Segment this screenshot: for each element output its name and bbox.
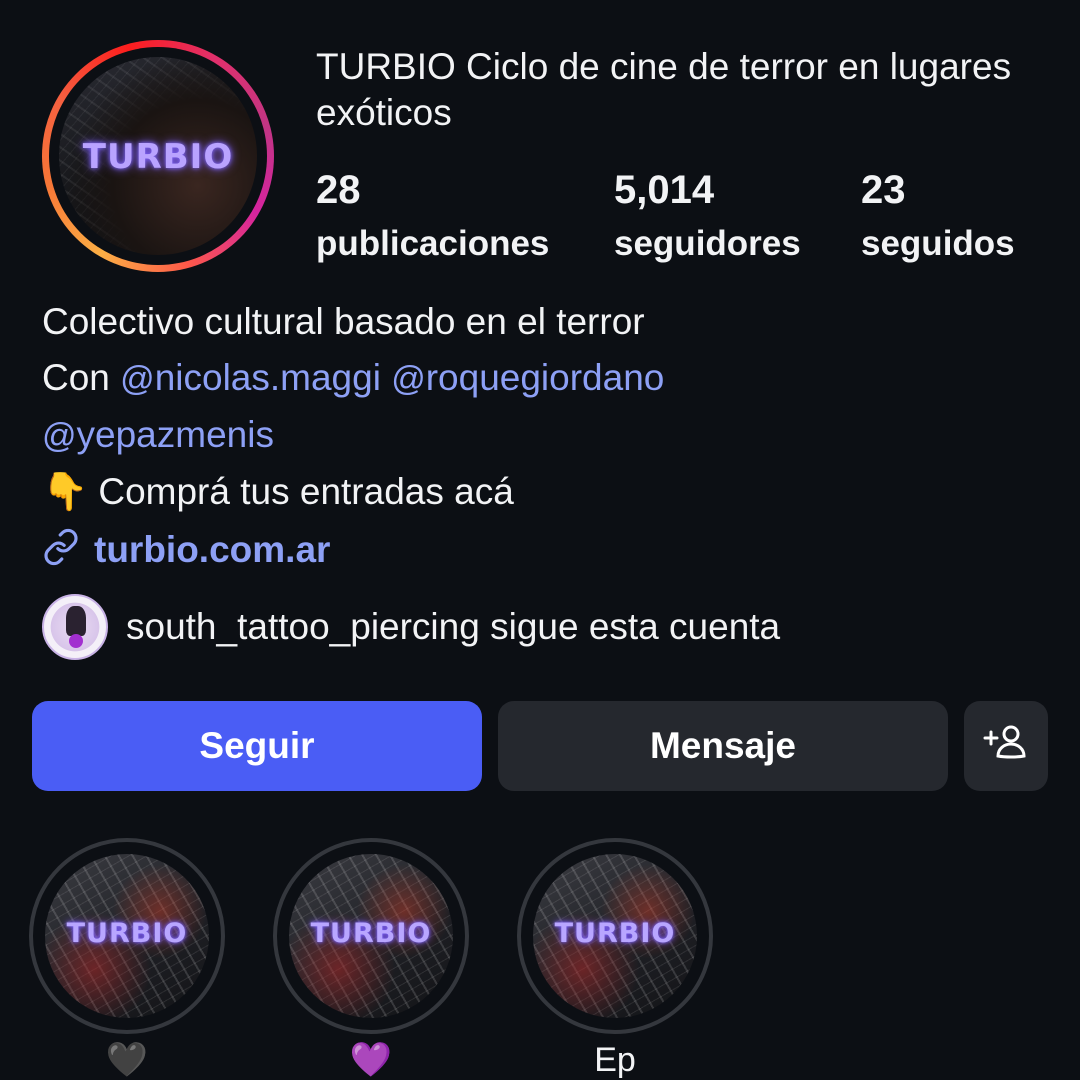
message-button[interactable]: Mensaje — [498, 701, 948, 791]
suggested-users-button[interactable] — [964, 701, 1048, 791]
highlight-item[interactable]: TURBIO 🖤 — [29, 838, 225, 1080]
follower-avatar — [42, 594, 108, 660]
bio-con-prefix: Con — [42, 357, 110, 398]
stat-following-label: seguidos — [861, 224, 1015, 263]
bio-mentions-line-2: @yepazmenis — [42, 407, 664, 464]
link-text: turbio.com.ar — [94, 528, 331, 570]
profile-name: TURBIO Ciclo de cine de terror en lugare… — [316, 46, 1012, 133]
follow-button[interactable]: Seguir — [32, 701, 482, 791]
link-icon — [42, 528, 80, 571]
followed-by-text: south_tattoo_piercing sigue esta cuenta — [126, 606, 781, 647]
bio-mentions-line: Con @nicolas.maggi @roquegiordano — [42, 350, 664, 407]
threads-icon: @ — [391, 360, 426, 398]
highlight-label-purple-heart: 💜 — [349, 1041, 393, 1079]
threads-icon: @ — [42, 417, 77, 455]
profile-link[interactable]: turbio.com.ar — [42, 528, 330, 571]
highlight-item[interactable]: TURBIO Ep — [517, 838, 713, 1080]
stat-following-value: 23 — [861, 168, 906, 212]
stat-posts-label: publicaciones — [316, 224, 550, 263]
profile-avatar: TURBIO — [59, 57, 257, 255]
followed-by-row[interactable]: south_tattoo_piercing sigue esta cuenta — [42, 594, 780, 660]
mention-roquegiordano[interactable]: @roquegiordano — [391, 357, 664, 398]
mention-yepazmenis[interactable]: @yepazmenis — [42, 414, 274, 455]
bio-line: Colectivo cultural basado en el terror — [42, 301, 645, 342]
mention-nicolas-maggi[interactable]: @nicolas.maggi — [120, 357, 381, 398]
threads-icon: @ — [120, 360, 155, 398]
highlight-logo-text: TURBIO — [66, 918, 188, 949]
bio-cta-line: 👇 Comprá tus entradas acá — [42, 464, 664, 520]
stat-followers-value: 5,014 — [614, 168, 715, 212]
highlight-cover: TURBIO — [45, 854, 209, 1018]
profile-avatar-story-ring[interactable]: TURBIO — [42, 40, 274, 272]
bio: Colectivo cultural basado en el terror C… — [42, 294, 664, 520]
stat-followers-label: seguidores — [614, 224, 801, 263]
highlight-cover: TURBIO — [289, 854, 453, 1018]
stat-posts-value: 28 — [316, 168, 361, 212]
bio-cta-text: Comprá tus entradas acá — [98, 471, 514, 512]
profile-page: TURBIO TURBIO Ciclo de cine de terror en… — [0, 0, 1080, 1080]
stat-followers[interactable]: 5,014 seguidores — [614, 166, 801, 266]
highlight-label-ep: Ep — [594, 1041, 636, 1079]
highlight-cover: TURBIO — [533, 854, 697, 1018]
highlight-label-black-heart: 🖤 — [105, 1041, 149, 1079]
stat-posts: 28 publicaciones — [316, 166, 549, 266]
add-user-icon — [982, 718, 1030, 775]
highlight-item[interactable]: TURBIO 💜 — [273, 838, 469, 1080]
highlight-logo-text: TURBIO — [310, 918, 432, 949]
highlight-logo-text: TURBIO — [554, 918, 676, 949]
stat-following[interactable]: 23 seguidos — [861, 166, 1015, 266]
pointing-down-emoji-icon: 👇 — [42, 471, 89, 512]
avatar-logo-text: TURBIO — [82, 137, 234, 177]
